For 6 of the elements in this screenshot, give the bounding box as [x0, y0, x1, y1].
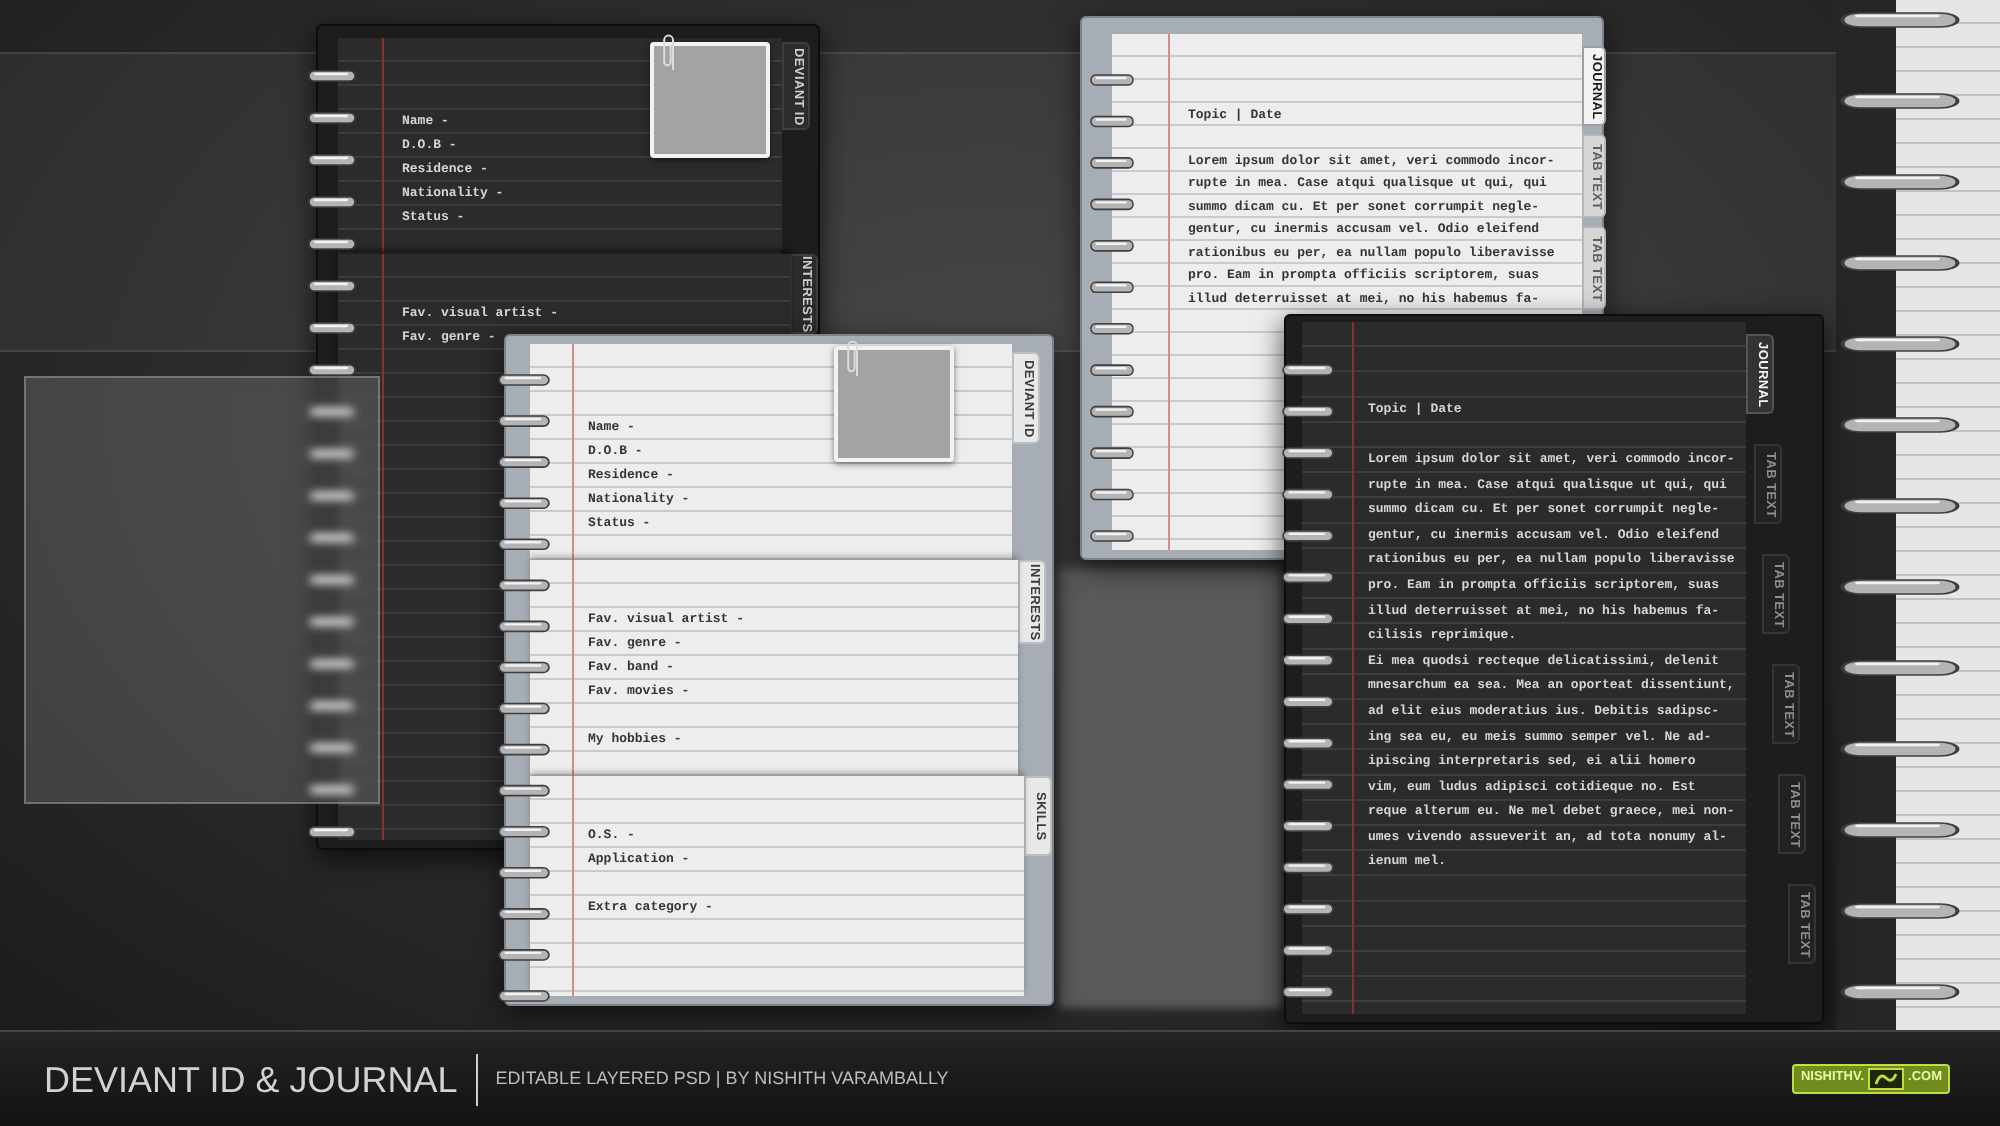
logo-icon [1868, 1068, 1905, 1090]
footer-title: DEVIANT ID & JOURNAL [44, 1061, 458, 1097]
paperclip-icon [662, 32, 678, 72]
photo-placeholder [650, 42, 770, 158]
paperclip-icon [846, 338, 862, 378]
footer-subtitle: EDITABLE LAYERED PSD | BY NISHITH VARAMBALLY [495, 1070, 949, 1088]
